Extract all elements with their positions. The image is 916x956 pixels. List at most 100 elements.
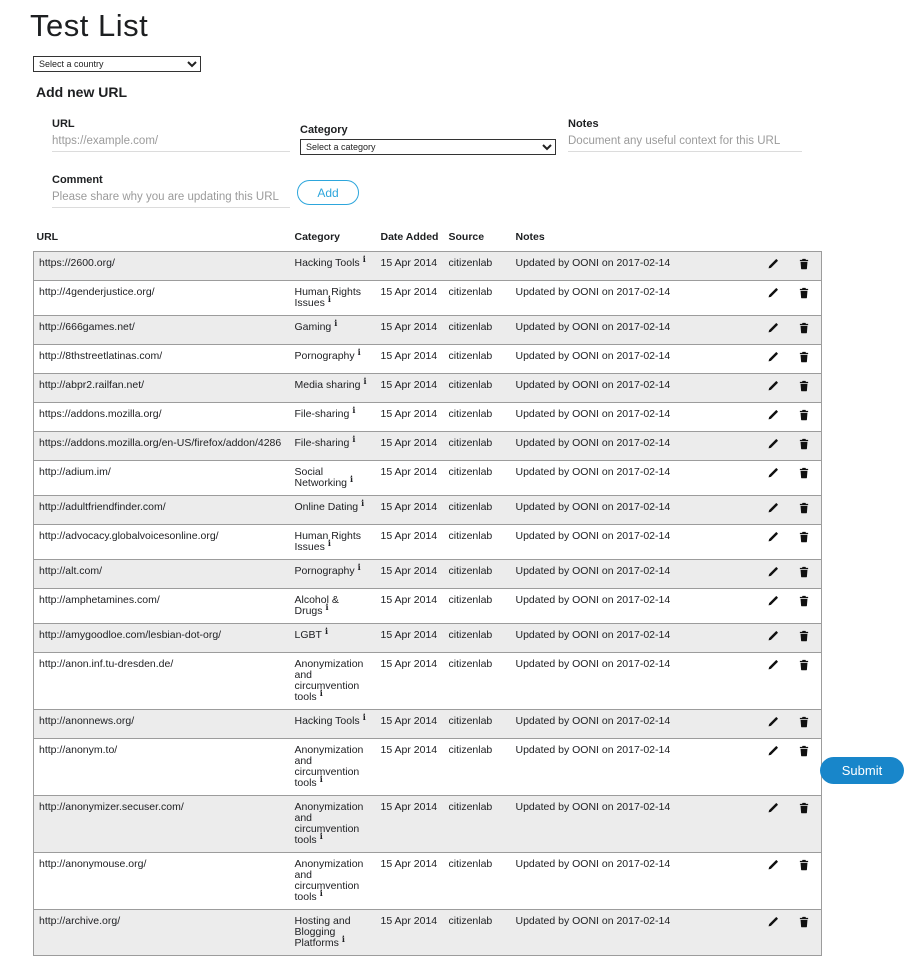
delete-trash-icon[interactable]	[798, 745, 811, 758]
table-row: http://adultfriendfinder.com/ Online Dat…	[34, 496, 822, 525]
delete-trash-icon[interactable]	[798, 916, 811, 929]
info-icon: i	[342, 934, 345, 944]
edit-pencil-icon[interactable]	[767, 659, 780, 672]
info-icon: i	[358, 562, 361, 572]
category-cell: Pornographyi	[292, 560, 378, 589]
delete-trash-icon[interactable]	[798, 380, 811, 393]
date-added-cell: 15 Apr 2014	[378, 281, 446, 316]
url-cell: https://addons.mozilla.org/	[34, 403, 292, 432]
date-added-cell: 15 Apr 2014	[378, 345, 446, 374]
notes-cell: Updated by OONI on 2017-02-14	[513, 624, 702, 653]
source-cell: citizenlab	[446, 316, 513, 345]
notes-input[interactable]	[568, 135, 802, 152]
delete-trash-icon[interactable]	[798, 351, 811, 364]
edit-pencil-icon[interactable]	[767, 595, 780, 608]
edit-pencil-icon[interactable]	[767, 351, 780, 364]
category-cell: Hacking Toolsi	[292, 252, 378, 281]
country-select[interactable]: Select a country	[33, 56, 201, 72]
date-added-cell: 15 Apr 2014	[378, 739, 446, 796]
category-cell: Human Rights Issuesi	[292, 525, 378, 560]
row-actions	[702, 345, 822, 374]
edit-pencil-icon[interactable]	[767, 531, 780, 544]
row-actions	[702, 374, 822, 403]
delete-trash-icon[interactable]	[798, 287, 811, 300]
comment-field-label: Comment	[52, 174, 103, 186]
category-select[interactable]: Select a category	[300, 139, 556, 155]
url-cell: http://anonymizer.secuser.com/	[34, 796, 292, 853]
edit-pencil-icon[interactable]	[767, 502, 780, 515]
delete-trash-icon[interactable]	[798, 409, 811, 422]
source-cell: citizenlab	[446, 252, 513, 281]
delete-trash-icon[interactable]	[798, 659, 811, 672]
date-added-cell: 15 Apr 2014	[378, 432, 446, 461]
delete-trash-icon[interactable]	[798, 467, 811, 480]
add-new-url-heading: Add new URL	[36, 84, 127, 100]
source-cell: citizenlab	[446, 374, 513, 403]
notes-cell: Updated by OONI on 2017-02-14	[513, 496, 702, 525]
edit-pencil-icon[interactable]	[767, 802, 780, 815]
table-row: http://anonymizer.secuser.com/ Anonymiza…	[34, 796, 822, 853]
delete-trash-icon[interactable]	[798, 531, 811, 544]
info-icon: i	[352, 434, 355, 444]
col-header-url: URL	[34, 228, 292, 252]
category-label: File-sharing	[295, 408, 350, 420]
category-label: Anonymization and circumvention tools	[295, 858, 364, 903]
row-actions	[702, 281, 822, 316]
category-cell: Hosting and Blogging Platformsi	[292, 910, 378, 956]
submit-button[interactable]: Submit	[820, 757, 904, 784]
category-label: Hacking Tools	[295, 257, 360, 269]
edit-pencil-icon[interactable]	[767, 258, 780, 271]
source-cell: citizenlab	[446, 496, 513, 525]
delete-trash-icon[interactable]	[798, 595, 811, 608]
add-button[interactable]: Add	[297, 180, 359, 205]
category-cell: File-sharingi	[292, 403, 378, 432]
delete-trash-icon[interactable]	[798, 859, 811, 872]
category-label: Anonymization and circumvention tools	[295, 658, 364, 703]
category-cell: File-sharingi	[292, 432, 378, 461]
url-cell: http://abpr2.railfan.net/	[34, 374, 292, 403]
edit-pencil-icon[interactable]	[767, 630, 780, 643]
edit-pencil-icon[interactable]	[767, 287, 780, 300]
url-input[interactable]	[52, 135, 290, 152]
source-cell: citizenlab	[446, 589, 513, 624]
delete-trash-icon[interactable]	[798, 802, 811, 815]
edit-pencil-icon[interactable]	[767, 467, 780, 480]
notes-cell: Updated by OONI on 2017-02-14	[513, 853, 702, 910]
col-header-actions	[702, 228, 822, 252]
url-cell: http://alt.com/	[34, 560, 292, 589]
edit-pencil-icon[interactable]	[767, 716, 780, 729]
notes-cell: Updated by OONI on 2017-02-14	[513, 653, 702, 710]
comment-input[interactable]	[52, 191, 290, 208]
url-cell: http://amphetamines.com/	[34, 589, 292, 624]
table-row: http://anonymouse.org/ Anonymization and…	[34, 853, 822, 910]
edit-pencil-icon[interactable]	[767, 409, 780, 422]
url-table-container: URL Category Date Added Source Notes htt…	[33, 228, 821, 956]
edit-pencil-icon[interactable]	[767, 745, 780, 758]
delete-trash-icon[interactable]	[798, 438, 811, 451]
delete-trash-icon[interactable]	[798, 258, 811, 271]
url-field-label: URL	[52, 118, 75, 130]
delete-trash-icon[interactable]	[798, 566, 811, 579]
source-cell: citizenlab	[446, 461, 513, 496]
table-header-row: URL Category Date Added Source Notes	[34, 228, 822, 252]
info-icon: i	[326, 602, 329, 612]
edit-pencil-icon[interactable]	[767, 380, 780, 393]
edit-pencil-icon[interactable]	[767, 322, 780, 335]
edit-pencil-icon[interactable]	[767, 566, 780, 579]
delete-trash-icon[interactable]	[798, 716, 811, 729]
table-row: http://archive.org/ Hosting and Blogging…	[34, 910, 822, 956]
category-label: Anonymization and circumvention tools	[295, 801, 364, 846]
category-label: Alcohol & Drugs	[295, 594, 339, 617]
info-icon: i	[334, 318, 337, 328]
category-label: Online Dating	[295, 501, 359, 513]
notes-cell: Updated by OONI on 2017-02-14	[513, 461, 702, 496]
notes-cell: Updated by OONI on 2017-02-14	[513, 710, 702, 739]
delete-trash-icon[interactable]	[798, 322, 811, 335]
edit-pencil-icon[interactable]	[767, 438, 780, 451]
delete-trash-icon[interactable]	[798, 502, 811, 515]
edit-pencil-icon[interactable]	[767, 859, 780, 872]
edit-pencil-icon[interactable]	[767, 916, 780, 929]
url-cell: http://8thstreetlatinas.com/	[34, 345, 292, 374]
delete-trash-icon[interactable]	[798, 630, 811, 643]
url-cell: http://anonnews.org/	[34, 710, 292, 739]
